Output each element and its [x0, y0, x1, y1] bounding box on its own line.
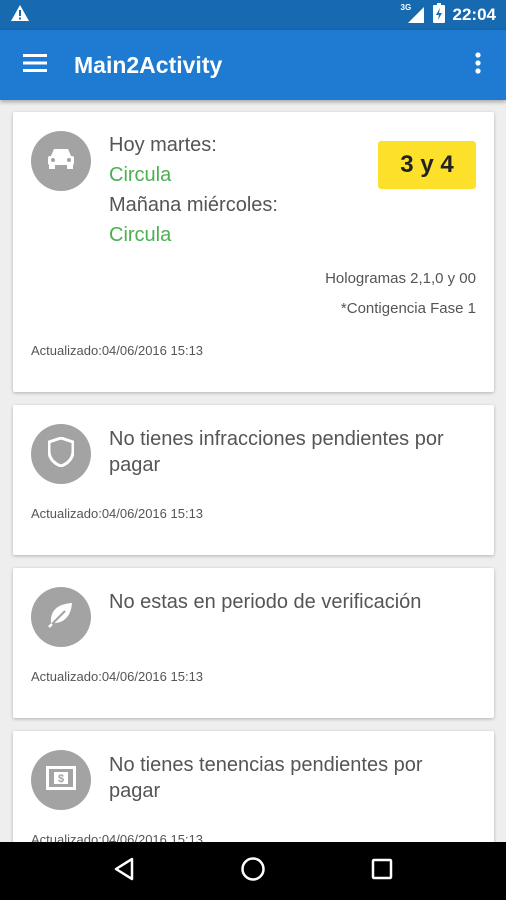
recents-button[interactable] — [352, 842, 412, 900]
contingencia-text: *Contigencia Fase 1 — [340, 300, 476, 317]
app-bar: Main2Activity — [0, 30, 506, 100]
more-vert-icon — [475, 51, 481, 79]
svg-text:$: $ — [58, 773, 64, 785]
leaf-icon — [47, 601, 75, 634]
back-icon — [113, 857, 135, 886]
tenencias-card[interactable]: $ No tienes tenencias pendientes por pag… — [13, 731, 494, 842]
card-list[interactable]: Hoy martes: Circula Mañana miércoles: Ci… — [0, 100, 506, 842]
recents-icon — [371, 858, 393, 885]
car-icon — [46, 147, 76, 176]
menu-icon — [23, 53, 47, 77]
hologramas-text: Hologramas 2,1,0 y 00 — [325, 270, 476, 287]
warning-icon — [10, 4, 30, 27]
verification-message: No estas en periodo de verificación — [109, 591, 422, 613]
updated-timestamp: Actualizado:04/06/2016 15:13 — [31, 506, 204, 521]
tomorrow-status: Circula — [109, 224, 172, 246]
tenencias-message: No tienes tenencias pendientes por pagar — [109, 754, 423, 802]
home-button[interactable] — [223, 842, 283, 900]
circulation-card[interactable]: Hoy martes: Circula Mañana miércoles: Ci… — [13, 112, 494, 392]
home-icon — [240, 856, 266, 887]
back-button[interactable] — [94, 842, 154, 900]
verification-card[interactable]: No estas en periodo de verificación Actu… — [13, 568, 494, 718]
updated-timestamp: Actualizado:04/06/2016 15:13 — [31, 832, 204, 842]
app-title: Main2Activity — [74, 51, 223, 78]
plate-digits-badge: 3 y 4 — [378, 141, 476, 189]
shield-icon-circle — [31, 424, 91, 484]
status-bar: 3G 22:04 — [0, 0, 506, 30]
battery-icon — [432, 2, 445, 28]
updated-timestamp: Actualizado:04/06/2016 15:13 — [31, 343, 204, 358]
car-icon-circle — [31, 131, 91, 191]
tomorrow-label: Mañana miércoles: — [109, 194, 278, 216]
clock: 22:04 — [452, 5, 496, 24]
today-label: Hoy martes: — [109, 134, 217, 156]
overflow-menu-button[interactable] — [450, 30, 506, 100]
money-icon: $ — [46, 765, 76, 795]
navigation-bar — [0, 842, 506, 900]
infractions-message: No tienes infracciones pendientes por pa… — [109, 428, 444, 476]
menu-button[interactable] — [0, 30, 70, 100]
shield-icon — [47, 435, 75, 472]
today-status: Circula — [109, 164, 172, 186]
signal-icon: 3G — [401, 3, 425, 24]
updated-timestamp: Actualizado:04/06/2016 15:13 — [31, 669, 204, 684]
circulation-info: Hoy martes: Circula Mañana miércoles: Ci… — [109, 132, 278, 252]
infractions-card[interactable]: No tienes infracciones pendientes por pa… — [13, 405, 494, 555]
leaf-icon-circle — [31, 587, 91, 647]
money-icon-circle: $ — [31, 750, 91, 810]
